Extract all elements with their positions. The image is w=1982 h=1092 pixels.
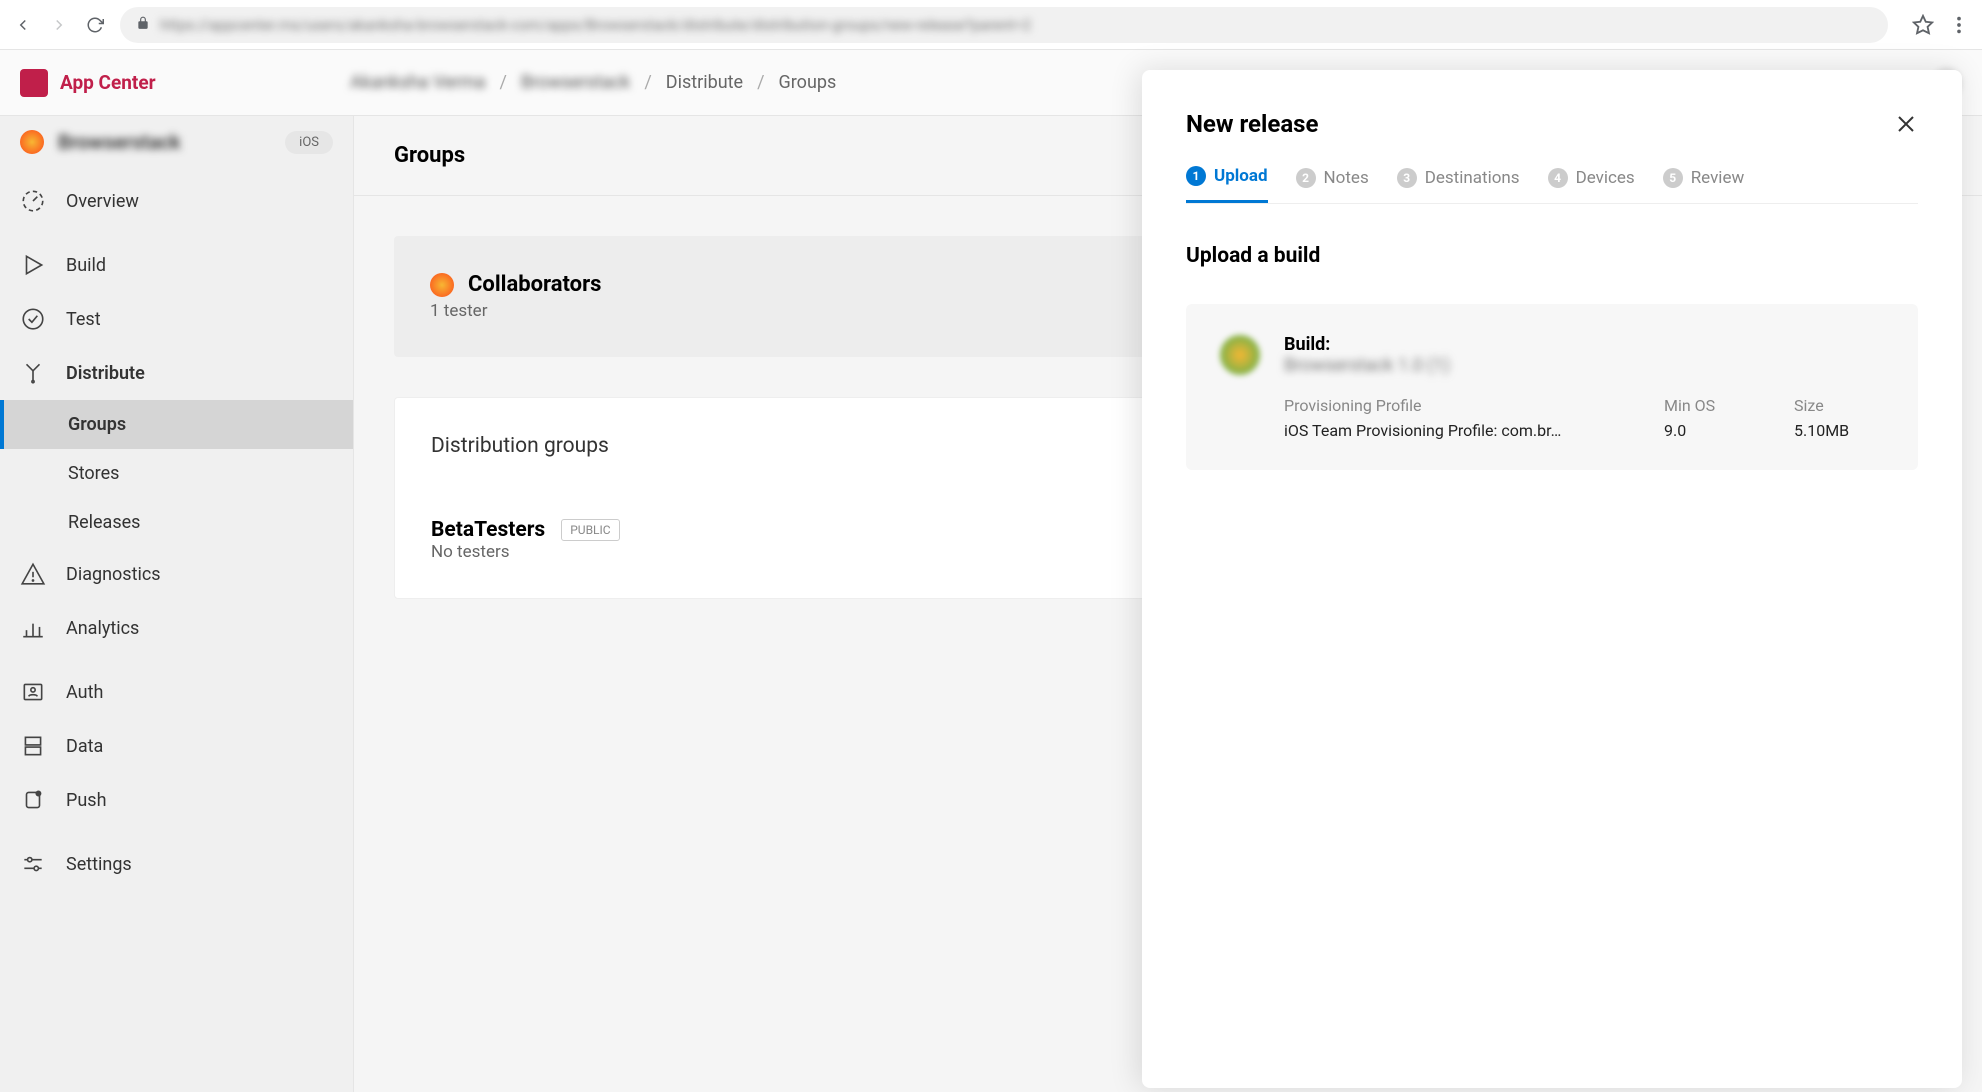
collaborators-title: Collaborators bbox=[468, 272, 601, 297]
sidebar-item-label: Auth bbox=[66, 682, 103, 703]
reload-icon[interactable] bbox=[84, 14, 106, 36]
build-app-icon bbox=[1220, 335, 1260, 375]
step-label: Review bbox=[1691, 168, 1745, 188]
gauge-icon bbox=[20, 188, 46, 214]
sidebar-item-data[interactable]: Data bbox=[0, 719, 353, 773]
app-name: Browserstack bbox=[58, 130, 181, 154]
new-release-panel: New release 1 Upload 2 Notes 3 Destinati… bbox=[1142, 70, 1962, 1088]
appcenter-logo-icon bbox=[20, 69, 48, 97]
sidebar-item-distribute[interactable]: Distribute bbox=[0, 346, 353, 400]
breadcrumb-groups[interactable]: Groups bbox=[779, 72, 837, 93]
url-text: https://appcenter.ms/users/akanksha-brow… bbox=[160, 16, 1031, 34]
lock-icon bbox=[136, 15, 150, 34]
step-label: Devices bbox=[1576, 168, 1635, 188]
sidebar-item-label: Test bbox=[66, 309, 101, 330]
play-icon bbox=[20, 252, 46, 278]
size-value: 5.10MB bbox=[1794, 421, 1884, 440]
database-icon bbox=[20, 733, 46, 759]
bell-dot-icon bbox=[20, 787, 46, 813]
kebab-menu-icon[interactable] bbox=[1948, 14, 1970, 36]
upload-section-heading: Upload a build bbox=[1186, 244, 1918, 268]
sidebar-sub-label: Stores bbox=[68, 463, 119, 484]
step-number: 3 bbox=[1397, 168, 1417, 188]
provisioning-label: Provisioning Profile bbox=[1284, 396, 1624, 415]
wizard-steps: 1 Upload 2 Notes 3 Destinations 4 Device… bbox=[1186, 166, 1918, 204]
sidebar-item-settings[interactable]: Settings bbox=[0, 837, 353, 891]
build-name: Browserstack 1.0 (1) bbox=[1284, 355, 1450, 376]
minos-value: 9.0 bbox=[1664, 421, 1754, 440]
step-label: Notes bbox=[1324, 168, 1369, 188]
step-review[interactable]: 5 Review bbox=[1663, 166, 1745, 203]
step-destinations[interactable]: 3 Destinations bbox=[1397, 166, 1520, 203]
step-upload[interactable]: 1 Upload bbox=[1186, 166, 1268, 203]
forward-icon[interactable] bbox=[48, 14, 70, 36]
sidebar-item-label: Distribute bbox=[66, 363, 145, 384]
sidebar-sub-groups[interactable]: Groups bbox=[0, 400, 353, 449]
provisioning-value: iOS Team Provisioning Profile: com.br… bbox=[1284, 421, 1624, 440]
step-number: 2 bbox=[1296, 168, 1316, 188]
sidebar-item-label: Build bbox=[66, 255, 106, 276]
breadcrumb: Akanksha Verma / Browserstack / Distribu… bbox=[350, 72, 836, 93]
check-circle-icon bbox=[20, 306, 46, 332]
app-icon bbox=[20, 130, 44, 154]
sidebar-item-analytics[interactable]: Analytics bbox=[0, 601, 353, 655]
sidebar-item-build[interactable]: Build bbox=[0, 238, 353, 292]
size-label: Size bbox=[1794, 396, 1884, 415]
collab-icon bbox=[430, 273, 454, 297]
sidebar-item-label: Push bbox=[66, 790, 106, 811]
step-label: Upload bbox=[1214, 166, 1268, 186]
step-number: 4 bbox=[1548, 168, 1568, 188]
warning-icon bbox=[20, 561, 46, 587]
back-icon[interactable] bbox=[12, 14, 34, 36]
public-badge: PUBLIC bbox=[561, 519, 619, 541]
branch-icon bbox=[20, 360, 46, 386]
browser-toolbar: https://appcenter.ms/users/akanksha-brow… bbox=[0, 0, 1982, 50]
step-number: 5 bbox=[1663, 168, 1683, 188]
sidebar: Browserstack iOS Overview Build Test Dis… bbox=[0, 116, 354, 1092]
step-label: Destinations bbox=[1425, 168, 1520, 188]
sidebar-item-diagnostics[interactable]: Diagnostics bbox=[0, 547, 353, 601]
sidebar-item-label: Settings bbox=[66, 854, 132, 875]
sidebar-sub-releases[interactable]: Releases bbox=[0, 498, 353, 547]
sidebar-item-auth[interactable]: Auth bbox=[0, 665, 353, 719]
sidebar-item-label: Analytics bbox=[66, 618, 139, 639]
sliders-icon bbox=[20, 851, 46, 877]
breadcrumb-app[interactable]: Browserstack bbox=[521, 72, 630, 93]
step-notes[interactable]: 2 Notes bbox=[1296, 166, 1369, 203]
minos-label: Min OS bbox=[1664, 396, 1754, 415]
beta-testers-title: BetaTesters bbox=[431, 518, 545, 542]
sidebar-item-push[interactable]: Push bbox=[0, 773, 353, 827]
sidebar-sub-stores[interactable]: Stores bbox=[0, 449, 353, 498]
collaborators-subtitle: 1 tester bbox=[430, 301, 601, 321]
sidebar-item-label: Overview bbox=[66, 191, 139, 212]
sidebar-item-label: Diagnostics bbox=[66, 564, 161, 585]
step-devices[interactable]: 4 Devices bbox=[1548, 166, 1635, 203]
person-card-icon bbox=[20, 679, 46, 705]
product-name[interactable]: App Center bbox=[60, 71, 156, 94]
build-summary-card: Build: Browserstack 1.0 (1) Provisioning… bbox=[1186, 304, 1918, 470]
breadcrumb-distribute[interactable]: Distribute bbox=[666, 72, 743, 93]
sidebar-item-test[interactable]: Test bbox=[0, 292, 353, 346]
sidebar-item-label: Data bbox=[66, 736, 103, 757]
build-label: Build: bbox=[1284, 334, 1450, 355]
platform-badge: iOS bbox=[285, 131, 333, 154]
star-icon[interactable] bbox=[1912, 14, 1934, 36]
panel-title: New release bbox=[1186, 110, 1318, 138]
app-selector[interactable]: Browserstack iOS bbox=[0, 116, 353, 168]
sidebar-sub-label: Releases bbox=[68, 512, 140, 533]
breadcrumb-owner[interactable]: Akanksha Verma bbox=[350, 72, 485, 93]
sidebar-sub-label: Groups bbox=[68, 414, 126, 435]
bar-chart-icon bbox=[20, 615, 46, 641]
close-icon[interactable] bbox=[1894, 112, 1918, 136]
sidebar-item-overview[interactable]: Overview bbox=[0, 174, 353, 228]
address-bar[interactable]: https://appcenter.ms/users/akanksha-brow… bbox=[120, 7, 1888, 43]
step-number: 1 bbox=[1186, 166, 1206, 186]
